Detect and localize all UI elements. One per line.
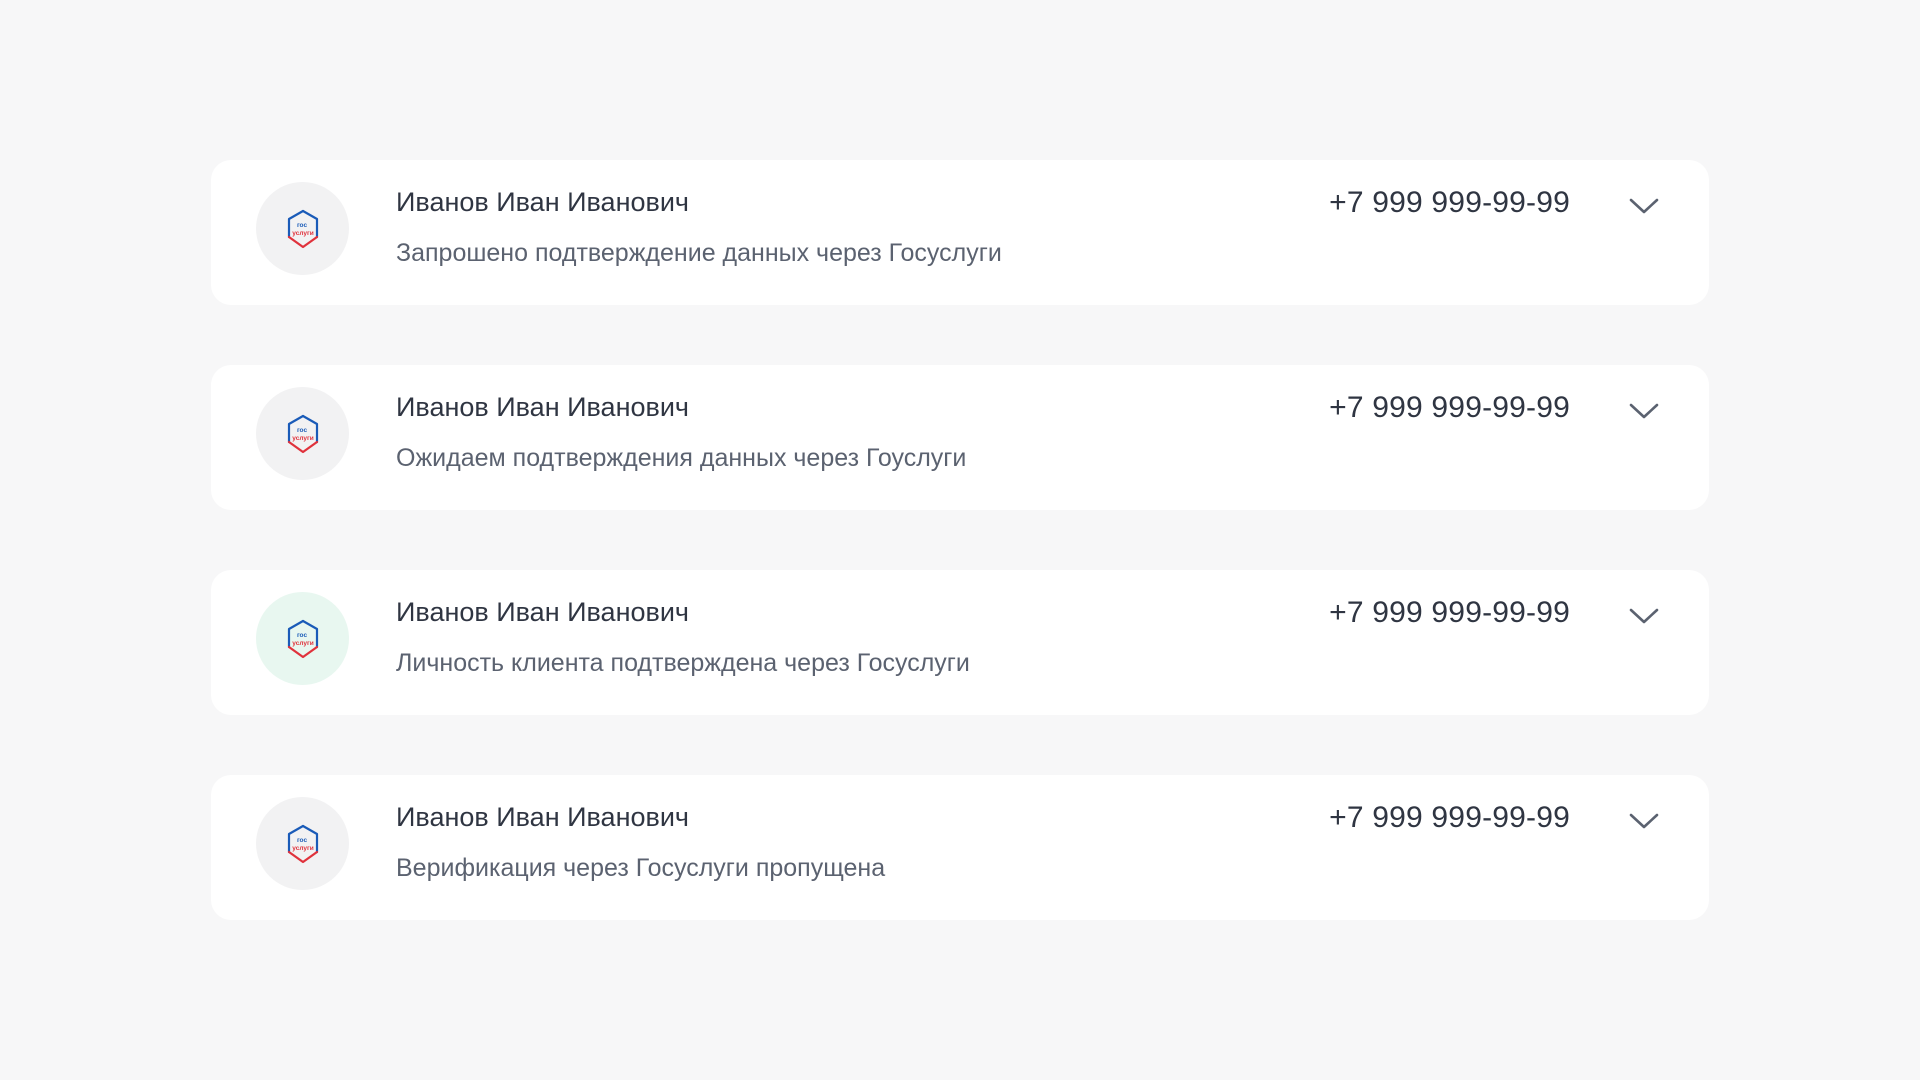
client-name: Иванов Иван Иванович	[396, 597, 689, 627]
logo-text-top: гос	[296, 632, 307, 639]
avatar: гос услуги	[256, 182, 349, 275]
verification-status: Ожидаем подтверждения данных через Гоусл…	[396, 444, 967, 472]
client-phone: +7 999 999-99-99	[1329, 801, 1570, 834]
chevron-down-icon	[1629, 608, 1659, 624]
client-name: Иванов Иван Иванович	[396, 802, 689, 832]
logo-text-bottom: услуги	[292, 640, 313, 647]
logo-text-top: гос	[296, 837, 307, 844]
client-phone: +7 999 999-99-99	[1329, 186, 1570, 219]
avatar: гос услуги	[256, 797, 349, 890]
client-card[interactable]: гос услуги Иванов Иван Иванович Ожидаем …	[211, 365, 1709, 510]
verification-list: гос услуги Иванов Иван Иванович Запрошен…	[211, 160, 1709, 980]
verification-status: Верификация через Госуслуги пропущена	[396, 854, 886, 882]
expand-button[interactable]	[1627, 604, 1661, 628]
client-name: Иванов Иван Иванович	[396, 392, 689, 422]
expand-button[interactable]	[1627, 399, 1661, 423]
client-phone: +7 999 999-99-99	[1329, 596, 1570, 629]
logo-text-bottom: услуги	[292, 435, 313, 442]
client-phone: +7 999 999-99-99	[1329, 391, 1570, 424]
avatar: гос услуги	[256, 387, 349, 480]
gosuslugi-logo-icon: гос услуги	[287, 209, 318, 248]
expand-button[interactable]	[1627, 809, 1661, 833]
logo-text-top: гос	[296, 222, 307, 229]
verification-status: Личность клиента подтверждена через Госу…	[396, 649, 970, 677]
client-name: Иванов Иван Иванович	[396, 187, 689, 217]
chevron-down-icon	[1629, 198, 1659, 214]
gosuslugi-logo-icon: гос услуги	[287, 619, 318, 658]
expand-button[interactable]	[1627, 194, 1661, 218]
verification-status: Запрошено подтверждение данных через Гос…	[396, 239, 1002, 267]
avatar-verified: гос услуги	[256, 592, 349, 685]
client-card[interactable]: гос услуги Иванов Иван Иванович Запрошен…	[211, 160, 1709, 305]
gosuslugi-logo-icon: гос услуги	[287, 824, 318, 863]
logo-text-bottom: услуги	[292, 230, 313, 237]
logo-text-bottom: услуги	[292, 845, 313, 852]
client-card[interactable]: гос услуги Иванов Иван Иванович Верифика…	[211, 775, 1709, 920]
chevron-down-icon	[1629, 403, 1659, 419]
logo-text-top: гос	[296, 427, 307, 434]
client-card[interactable]: гос услуги Иванов Иван Иванович Личность…	[211, 570, 1709, 715]
gosuslugi-logo-icon: гос услуги	[287, 414, 318, 453]
chevron-down-icon	[1629, 813, 1659, 829]
